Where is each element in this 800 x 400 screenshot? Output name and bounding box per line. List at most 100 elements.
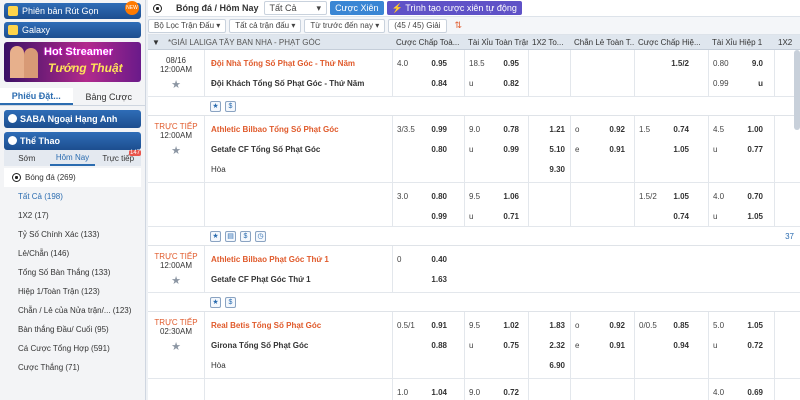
dollar-icon[interactable]: $ [225,100,236,112]
league-filter[interactable]: Bộ Lọc Trận Đấu ▾ [148,18,227,33]
odds-price[interactable]: 0.80 [419,192,449,201]
market-item[interactable]: Tỷ Số Chính Xác (133) [0,225,145,244]
auto-parlay-button[interactable]: ⚡ Trình tạo cược xiên tự động [386,1,522,15]
odds-group: 1.0 1.04 [392,379,464,400]
odds-price[interactable]: 1.02 [491,321,521,330]
tab-bet-slip[interactable]: Phiếu Đặt... [0,88,73,105]
odds-price[interactable]: 1.63 [419,275,449,284]
market-item[interactable]: Hiệp 1/Toàn Trận (123) [0,282,145,301]
odds-price[interactable]: 1.05 [735,321,765,330]
odds-price[interactable]: 0.92 [597,321,627,330]
odds-price[interactable]: 1.5/2 [661,59,691,68]
favorite-icon[interactable]: ★ [210,100,221,112]
odds-price[interactable]: 0.88 [419,341,449,350]
odds-price[interactable]: 2.32 [529,341,567,350]
stats-icon[interactable]: ▤ [225,230,236,242]
market-item[interactable]: Lẻ/Chẵn (146) [0,244,145,263]
parlay-button[interactable]: Cược Xiên [330,1,384,15]
market-item[interactable]: Bàn thắng Đầu/ Cuối (95) [0,320,145,339]
group-saba-premier[interactable]: SABA Ngoại Hạng Anh [4,110,141,128]
tab-live[interactable]: Trực tiếp 147 [95,150,142,166]
odds-price[interactable]: 0.91 [597,341,627,350]
odds-price[interactable]: 0.69 [735,388,765,397]
odds-price[interactable]: 1.21 [529,125,567,134]
odds-price[interactable]: 1.06 [491,192,521,201]
match-filter[interactable]: Tất cả trận đấu ▾ [229,18,302,33]
market-item[interactable]: Tất Cả (198) [0,187,145,206]
odds-handicap: 4.0 [713,387,725,397]
odds-price[interactable]: 0.72 [735,341,765,350]
compact-version-button[interactable]: Phiên bản Rút Gọn NEW [4,1,141,19]
odds-price[interactable]: 0.95 [419,59,449,68]
odds-price[interactable]: 1.83 [529,321,567,330]
odds-price[interactable]: u [735,79,765,88]
sort-icon[interactable]: ⇅ [450,19,468,33]
odds-price[interactable]: 0.92 [597,125,627,134]
odds-price[interactable]: 6.90 [529,361,567,370]
odds-price[interactable]: 0.74 [661,212,691,221]
odds-price[interactable]: 0.84 [419,79,449,88]
odds-price[interactable]: 9.30 [529,165,567,174]
odds-price[interactable]: 0.40 [419,255,449,264]
odds-price[interactable]: 0.85 [661,321,691,330]
odds-price[interactable]: 0.80 [419,145,449,154]
odds-price[interactable]: 1.05 [661,192,691,201]
odds-price[interactable]: 0.91 [419,321,449,330]
odds-group: 3.0 0.80 0.99 [392,183,464,226]
odds-price[interactable]: 0.91 [597,145,627,154]
clock-icon[interactable]: ◷ [255,230,266,242]
favorite-star-icon[interactable]: ★ [148,78,204,91]
odds-price[interactable]: 0.72 [491,388,521,397]
favorite-icon[interactable]: ★ [210,296,221,308]
odds-price[interactable]: 0.99 [419,125,449,134]
market-item[interactable]: Cá Cược Tổng Hợp (591) [0,339,145,358]
favorite-star-icon[interactable]: ★ [148,340,204,353]
odds-price[interactable]: 0.95 [491,59,521,68]
dollar-icon[interactable]: $ [225,296,236,308]
filter-select[interactable]: Tất Cả ▾ [263,1,328,15]
sort-filter[interactable]: Từ trước đến nay ▾ [304,18,386,33]
odds-price[interactable]: 0.94 [661,341,691,350]
odds-handicap: u [713,211,718,221]
scrollbar[interactable] [794,50,800,130]
odds-price[interactable]: 9.0 [735,59,765,68]
home-team: Athletic Bilbao Tổng Số Phạt Góc [211,124,339,134]
odds-group: 1.5/2 1.05 0.74 [634,183,708,226]
favorite-star-icon[interactable]: ★ [148,144,204,157]
match-time: TRỰC TIẾP 02:30AM ★ [148,312,204,378]
odds-price[interactable]: 0.82 [491,79,521,88]
promo-banner[interactable]: Hot Streamer Tướng Thuật [4,42,141,82]
sport-football[interactable]: Bóng đá (269) [4,168,141,187]
tab-today[interactable]: Hôm Nay [49,150,96,166]
odds-price[interactable]: 0.75 [491,341,521,350]
odds-price[interactable]: 0.74 [661,125,691,134]
odds-price[interactable]: 5.10 [529,145,567,154]
odds-price[interactable]: 0.71 [491,212,521,221]
odds-price[interactable]: 1.05 [735,212,765,221]
group-sports[interactable]: Thể Thao [4,132,141,150]
more-markets-count[interactable]: 37 [785,232,794,241]
favorite-star-icon[interactable]: ★ [148,274,204,287]
collapse-icon[interactable]: ▼ [148,38,164,47]
odds-price[interactable]: 1.00 [735,125,765,134]
sub-row: 1.0 1.04 9.0 0.72 4.0 0.69 [148,379,800,400]
market-item[interactable]: Chẵn / Lẻ của Nửa trận/... (123) [0,301,145,320]
galaxy-button[interactable]: Galaxy [4,22,141,38]
odds-price[interactable]: 0.70 [735,192,765,201]
odds-group [570,379,634,400]
market-item[interactable]: Cược Thắng (71) [0,358,145,377]
odds-price[interactable]: 0.77 [735,145,765,154]
odds-price[interactable]: 1.04 [419,388,449,397]
tab-early[interactable]: Sớm [4,150,50,166]
market-item[interactable]: 1X2 (17) [0,206,145,225]
odds-price[interactable]: 0.78 [491,125,521,134]
odds-price[interactable]: 0.99 [419,212,449,221]
odds-price[interactable]: 1.05 [661,145,691,154]
host-figure [24,48,38,78]
market-item[interactable]: Tổng Số Bàn Thắng (133) [0,263,145,282]
tab-statement[interactable]: Bảng Cược [73,88,146,105]
dollar-icon[interactable]: $ [240,230,251,242]
odds-handicap: u [469,340,474,350]
favorite-icon[interactable]: ★ [210,230,221,242]
odds-price[interactable]: 0.99 [491,145,521,154]
